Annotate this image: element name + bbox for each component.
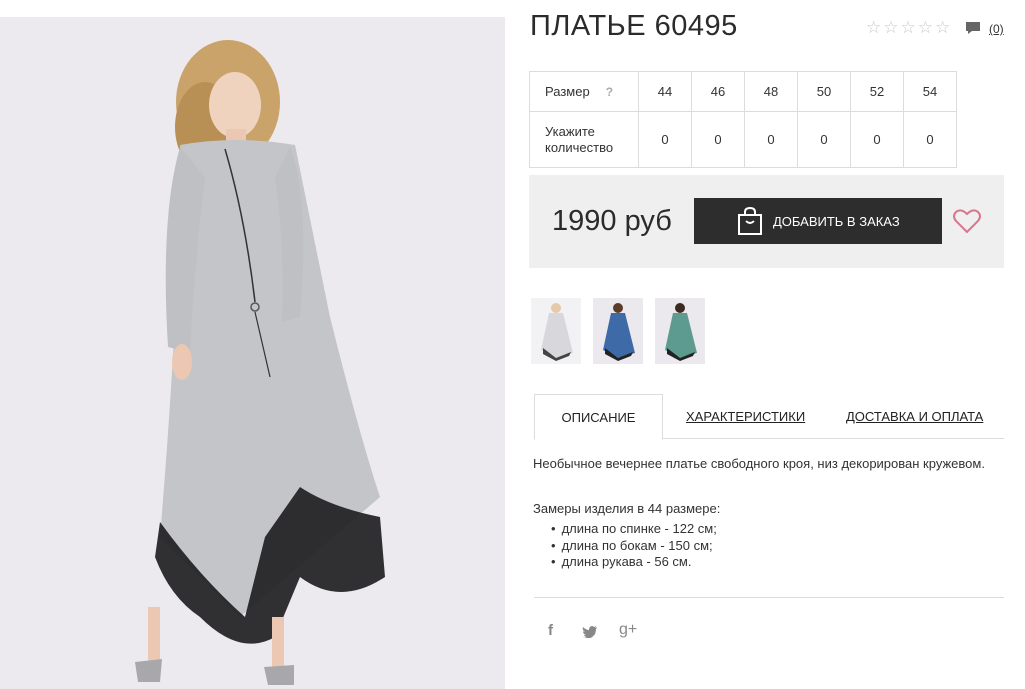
shopping-bag-icon (738, 206, 762, 235)
product-tabs: ОПИСАНИЕ ХАРАКТЕРИСТИКИ ДОСТАВКА И ОПЛАТ… (534, 394, 1004, 440)
thumbnail-teal[interactable] (655, 298, 705, 364)
size-row: Размер? 44 46 48 50 52 54 (529, 71, 957, 112)
quantity-row: Укажите количество 0 0 0 0 0 0 (529, 111, 957, 168)
thumbnail-gallery (531, 298, 705, 364)
star-icon[interactable]: ☆ (901, 19, 916, 36)
review-count-link[interactable]: (0) (989, 22, 1004, 36)
list-item: длина рукава - 56 см. (551, 554, 717, 571)
add-to-order-button[interactable]: ДОБАВИТЬ В ЗАКАЗ (694, 198, 942, 244)
size-cell: 48 (744, 71, 798, 112)
list-item: длина по спинке - 122 см; (551, 521, 717, 538)
price-box: 1990 руб ДОБАВИТЬ В ЗАКАЗ (529, 175, 1004, 268)
tab-description[interactable]: ОПИСАНИЕ (534, 394, 663, 440)
google-plus-icon[interactable]: g+ (619, 621, 637, 639)
quantity-input[interactable]: 0 (797, 111, 851, 168)
twitter-icon[interactable] (582, 625, 598, 638)
comment-icon[interactable] (965, 21, 981, 35)
list-item: длина по бокам - 150 см; (551, 538, 717, 555)
add-button-label: ДОБАВИТЬ В ЗАКАЗ (773, 213, 900, 229)
star-icon[interactable]: ☆ (918, 19, 933, 36)
size-cell: 50 (797, 71, 851, 112)
star-icon[interactable]: ☆ (866, 19, 881, 36)
size-cell: 44 (638, 71, 692, 112)
quantity-input[interactable]: 0 (691, 111, 745, 168)
thumbnail-image (655, 298, 705, 364)
star-icon[interactable]: ☆ (935, 19, 950, 36)
thumbnail-blue[interactable] (593, 298, 643, 364)
description-text: Необычное вечернее платье свободного кро… (533, 456, 985, 471)
measures-list: длина по спинке - 122 см; длина по бокам… (551, 521, 717, 571)
thumbnail-image (531, 298, 581, 364)
size-quantity-table: Размер? 44 46 48 50 52 54 Укажите количе… (529, 71, 957, 168)
size-header-cell: Размер? (529, 71, 639, 112)
quantity-input[interactable]: 0 (638, 111, 692, 168)
tab-delivery[interactable]: ДОСТАВКА И ОПЛАТА (846, 394, 983, 439)
dress-model-illustration (0, 17, 505, 689)
size-cell: 54 (903, 71, 957, 112)
size-cell: 46 (691, 71, 745, 112)
tab-characteristics[interactable]: ХАРАКТЕРИСТИКИ (686, 394, 805, 439)
quantity-input[interactable]: 0 (744, 111, 798, 168)
rating-stars[interactable]: ☆ ☆ ☆ ☆ ☆ (866, 19, 950, 36)
thumbnail-image (593, 298, 643, 364)
quantity-input[interactable]: 0 (850, 111, 904, 168)
star-icon[interactable]: ☆ (883, 19, 898, 36)
heart-icon[interactable] (953, 208, 981, 234)
product-title: ПЛАТЬЕ 60495 (530, 10, 738, 42)
product-main-image[interactable] (0, 17, 505, 689)
price: 1990 руб (552, 205, 672, 237)
thumbnail-silver[interactable] (531, 298, 581, 364)
size-cell: 52 (850, 71, 904, 112)
help-icon[interactable]: ? (606, 85, 613, 99)
facebook-icon[interactable]: f (548, 622, 553, 639)
measures-title: Замеры изделия в 44 размере: (533, 501, 721, 516)
size-label: Размер (545, 83, 590, 99)
quantity-label: Укажите количество (529, 111, 639, 168)
divider (534, 597, 1004, 598)
quantity-input[interactable]: 0 (903, 111, 957, 168)
